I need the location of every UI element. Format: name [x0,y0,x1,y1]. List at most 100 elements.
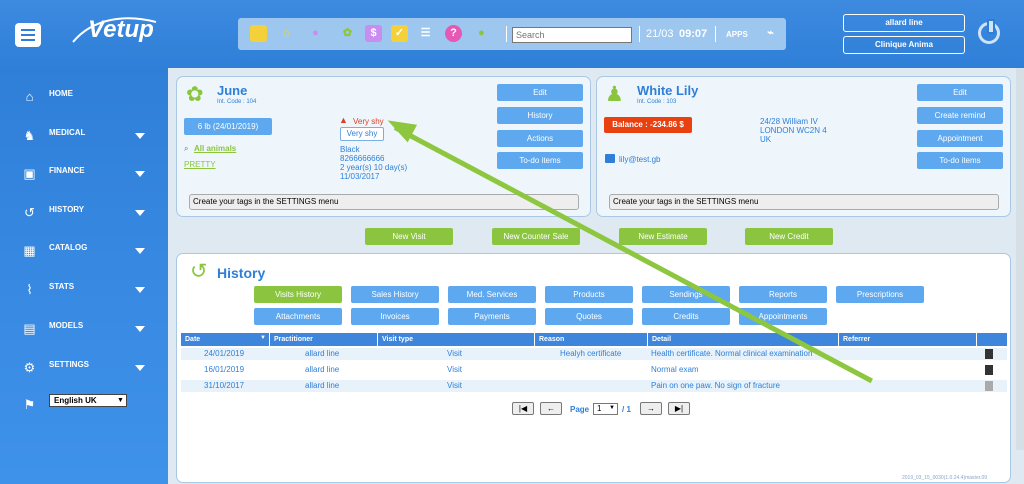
appointment-button[interactable]: Appointment [917,130,1003,147]
very-shy-button[interactable]: Very shy [340,127,384,141]
chevron-down-icon [135,171,145,177]
delete-icon[interactable] [985,349,993,359]
weight-button[interactable]: 6 lb (24/01/2019) [184,118,272,135]
sidebar-item-medical[interactable]: ♞ MEDICAL [0,122,168,152]
toolbar-separator [715,26,716,42]
power-icon[interactable] [978,19,1000,44]
dropdown-arrow-icon: ▼ [117,397,124,404]
column-header-reason[interactable]: Reason [534,333,647,346]
patient-todo-button[interactable]: To-do items [497,152,583,169]
chevron-down-icon [135,287,145,293]
warning-text: Very shy [353,117,384,126]
email-icon [605,154,615,163]
last-page-button[interactable]: ▶| [668,402,690,415]
apps-button[interactable]: APPS [726,30,748,39]
tab-attachments[interactable]: Attachments [254,308,342,325]
delete-icon[interactable] [985,381,993,391]
patient-history-button[interactable]: History [497,107,583,124]
patient-actions-button[interactable]: Actions [497,130,583,147]
owner-card: ♟ White Lily Int. Code : 103 Balance : -… [596,76,1011,217]
dollar-icon[interactable]: $ [365,25,382,42]
document-icon[interactable] [250,25,267,42]
page-total: / 1 [622,405,631,414]
tab-prescriptions[interactable]: Prescriptions [836,286,924,303]
delete-icon[interactable] [985,365,993,375]
patient-name: June [217,83,248,98]
all-animals-link[interactable]: All animals [194,144,236,153]
table-row[interactable]: 24/01/2019 allard line Visit Healyh cert… [181,348,1007,360]
history-icon: ↺ [24,205,35,220]
owner-country: UK [760,135,772,144]
tab-med-services[interactable]: Med. Services [448,286,536,303]
chevron-down-icon [135,133,145,139]
paw-icon: ✿ [186,83,204,106]
user-button[interactable]: allard line [843,14,965,32]
scrollbar[interactable] [1016,68,1024,450]
sidebar-item-settings[interactable]: ⚙ SETTINGS [0,354,168,384]
table-row[interactable]: 31/10/2017 allard line Visit Pain on one… [181,380,1007,392]
new-visit-button[interactable]: New Visit [365,228,453,245]
sidebar-item-stats[interactable]: ⌇ STATS [0,276,168,306]
owner-tags-field[interactable]: Create your tags in the SETTINGS menu [609,194,999,210]
column-header-visit-type[interactable]: Visit type [377,333,534,346]
patient-edit-button[interactable]: Edit [497,84,583,101]
people-icon[interactable]: ● [307,25,324,42]
home-icon: ⌂ [25,89,34,104]
sidebar-item-catalog[interactable]: ▦ CATALOG [0,237,168,267]
calendar-icon[interactable]: ✓ [391,25,408,42]
patient-birth: 11/03/2017 [340,172,380,181]
owner-address-line1: 24/28 William IV [760,117,818,126]
first-page-button[interactable]: |◀ [512,402,534,415]
settings-icon: ⚙ [23,360,36,375]
checklist-icon[interactable]: ☰ [417,25,434,42]
patient-age: 2 year(s) 10 day(s) [340,163,408,172]
paw-icon[interactable]: ✿ [339,25,356,42]
tab-quotes[interactable]: Quotes [545,308,633,325]
new-estimate-button[interactable]: New Estimate [619,228,707,245]
sidebar-item-home[interactable]: ⌂ HOME [0,83,168,113]
catalog-icon: ▦ [23,243,36,258]
sidebar-item-finance[interactable]: ▣ FINANCE [0,160,168,190]
basket-icon[interactable]: ⌂ [278,25,295,42]
help-icon[interactable]: ? [445,25,462,42]
chevron-down-icon [135,326,145,332]
create-remind-button[interactable]: Create remind [917,107,1003,124]
search-input[interactable] [512,27,632,43]
clinic-button[interactable]: Clinique Anima [843,36,965,54]
balance-badge: Balance : -234.86 $ [604,117,692,133]
table-row[interactable]: 16/01/2019 allard line Visit Normal exam [181,364,1007,376]
next-page-button[interactable]: → [640,402,662,415]
new-credit-button[interactable]: New Credit [745,228,833,245]
column-header-practitioner[interactable]: Practitioner [269,333,377,346]
tab-invoices[interactable]: Invoices [351,308,439,325]
pdf-icon[interactable]: ⌁ [762,25,779,42]
time-label: 09:07 [679,28,708,40]
language-select[interactable]: English UK [49,394,127,407]
tab-sales-history[interactable]: Sales History [351,286,439,303]
tab-payments[interactable]: Payments [448,308,536,325]
tab-credits[interactable]: Credits [642,308,730,325]
medical-icon: ♞ [23,128,36,143]
previous-page-button[interactable]: ← [540,402,562,415]
column-header-referrer[interactable]: Referrer [838,333,976,346]
tab-reports[interactable]: Reports [739,286,827,303]
tab-products[interactable]: Products [545,286,633,303]
date-label: 21/03 [646,28,674,40]
owner-email[interactable]: lily@test.gb [619,155,660,164]
chat-icon[interactable]: ● [473,25,490,42]
sidebar-item-history[interactable]: ↺ HISTORY [0,199,168,229]
top-bar: Vetup ⌂ ● ✿ $ ✓ ☰ ? ● 21/03 09:07 APPS ⌁… [0,0,1024,68]
sidebar-item-models[interactable]: ▤ MODELS [0,315,168,345]
sort-icon: ▼ [260,335,266,341]
owner-todo-button[interactable]: To-do items [917,152,1003,169]
new-counter-sale-button[interactable]: New Counter Sale [492,228,580,245]
version-label: 2019_03_15_0030(1.0.24.4)master.09 [902,475,988,481]
models-icon: ▤ [23,321,36,336]
toolbar-separator [639,26,640,42]
column-header-date[interactable]: Date [181,333,269,346]
dropdown-arrow-icon: ▼ [609,405,615,411]
owner-edit-button[interactable]: Edit [917,84,1003,101]
tab-visits-history[interactable]: Visits History [254,286,342,303]
patient-color: Black [340,145,360,154]
hamburger-menu-button[interactable] [15,23,41,47]
